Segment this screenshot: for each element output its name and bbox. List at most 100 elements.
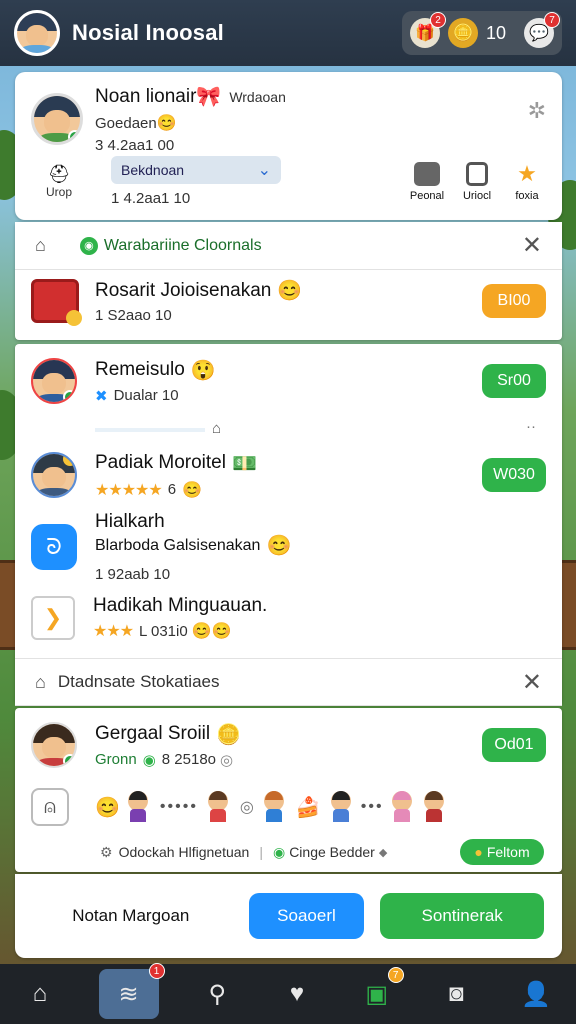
action-button[interactable]: Sr00 [482, 364, 546, 398]
friend-avatar[interactable] [260, 791, 288, 823]
topbar-actions: 🎁 2 🪙 10 💬 7 [401, 11, 562, 55]
search-icon[interactable]: ⚲ [196, 973, 238, 1015]
cards-icon[interactable]: ≋ 1 [98, 963, 165, 1019]
wifi-icon: ◉ [79, 236, 98, 255]
action-button[interactable]: Od01 [482, 728, 546, 762]
diamond-icon: ◆ [378, 846, 388, 859]
friend-avatar[interactable] [204, 791, 232, 823]
smile-icon: 😊 [156, 115, 177, 132]
home-icon: ⌂ [35, 671, 46, 692]
follow-button[interactable]: ● Feltom [460, 839, 544, 865]
app-title: Nosial Inoosal [72, 20, 224, 45]
player-avatar[interactable] [31, 722, 77, 768]
profile-card: Noan lionair 🎀 Wrdaoan Goedaen 😊 3 4.2aa… [15, 72, 562, 220]
item-title: Gergaal Sroiil [95, 723, 211, 744]
building-icon: ⌂ [212, 420, 222, 437]
group-label: Urop [45, 185, 72, 199]
action-label: foxia [515, 189, 539, 202]
player-avatar[interactable] [31, 452, 77, 498]
settings-icon[interactable]: ✲ [528, 98, 546, 124]
claim-button[interactable]: BI00 [482, 284, 546, 318]
follow-label: Feltom [486, 844, 530, 860]
user-icon[interactable]: ⍝ [31, 788, 69, 826]
cinge-icon: ◉ [272, 843, 286, 860]
link-left[interactable]: Odockah Hlfignetuan [119, 844, 250, 860]
action-button[interactable]: W030 [482, 458, 546, 492]
top-bar: Nosial Inoosal 🎁 2 🪙 10 💬 7 [0, 0, 576, 66]
close-icon[interactable]: ✕ [522, 668, 542, 697]
action-peonal[interactable]: Peonal [408, 161, 446, 202]
heart-check-icon[interactable]: ♥ [276, 973, 318, 1015]
user-avatar[interactable] [14, 10, 60, 56]
info-icon: ◎ [220, 751, 234, 769]
profile-avatar[interactable] [31, 93, 83, 145]
item-title: Remeisulo [95, 359, 185, 380]
list-item: Rosarit Joioisenakan 😊 1 S2aao 10 BI00 [15, 270, 562, 332]
smile-icon: 😊😊 [191, 623, 232, 640]
footer-bar: Notan Margoan Soaoerl Sontinerak [15, 874, 562, 958]
smile-icon: 😊 [277, 280, 303, 302]
section-header-3: ⌂ Dtadnsate Stokatiaes ✕ [15, 658, 562, 706]
app-icon[interactable]: ᘐ [31, 524, 77, 570]
item-sub: Blarboda Galsisenakan [95, 536, 261, 554]
friend-avatar[interactable] [124, 791, 152, 823]
action-label: Peonal [409, 189, 445, 202]
link-right[interactable]: Cinge Bedder [289, 844, 375, 860]
item-sub: 6 [167, 481, 177, 498]
item-title: Padiak Moroitel [95, 452, 226, 473]
home-icon[interactable]: ⌂ [19, 973, 61, 1015]
notification-badge: 2 [429, 12, 446, 28]
profile-icon[interactable]: 👤 [515, 973, 557, 1015]
smile-icon: 😊 [95, 796, 120, 819]
gift-icon[interactable]: 🎁 2 [409, 12, 446, 48]
continue-button[interactable]: Sontinerak [380, 893, 544, 939]
item-sub-2: 1 92aab 10 [95, 566, 171, 583]
chevron-down-icon: ⌄ [257, 162, 271, 179]
smile-icon: ● [474, 844, 483, 860]
action-label: Uriocl [462, 189, 492, 202]
item-title: Hialkarh [95, 511, 165, 532]
links-row: ⚙ Odockah Hlfignetuan | ◉ Cinge Bedder ◆… [100, 838, 544, 866]
select-value: Bekdnoan [121, 162, 185, 178]
ribbon-icon: 🎀 [196, 86, 222, 108]
category-select[interactable]: Bekdnoan ⌄ [111, 156, 281, 184]
list-item: Padiak Moroitel 💵 ★★★★★ 6 😊 W030 [15, 444, 562, 506]
nav-badge: 1 [148, 963, 165, 979]
group-button[interactable]: ⛑ Urop [31, 164, 87, 199]
friend-avatar[interactable] [327, 791, 355, 823]
friend-avatar[interactable] [420, 791, 448, 823]
surprised-icon: 😲 [190, 359, 216, 382]
treasure-chest-icon [31, 279, 82, 326]
coins-stack-icon: 🪙 [216, 723, 242, 746]
close-icon[interactable]: ✕ [522, 231, 542, 260]
online-indicator [68, 130, 80, 142]
item-title: Hadikah Minguauan. [93, 595, 268, 616]
replay-icon[interactable]: ◎ [240, 797, 254, 817]
rating-stars: ★★★★★ [95, 481, 163, 499]
coin-icon: 🪙 [447, 18, 478, 48]
divider [95, 428, 205, 432]
nav-badge: 7 [387, 967, 404, 983]
chat-icon[interactable]: 💬 7 [524, 12, 560, 48]
profile-status: Goedaen [95, 114, 157, 132]
action-foxia[interactable]: ★ foxia [508, 160, 546, 202]
item-title: Rosarit Joioisenakan [95, 279, 272, 301]
camera-icon[interactable]: ◙ [435, 973, 477, 1015]
money-icon: 💵 [231, 452, 257, 475]
online-indicator [63, 390, 75, 402]
friend-avatar[interactable] [388, 791, 416, 823]
tablet-icon [466, 161, 488, 186]
section-title: Dtadnsate Stokatiaes [57, 672, 220, 691]
ellipsis: ••••• [159, 798, 198, 815]
more-icon[interactable]: ·· [526, 418, 536, 435]
pin-icon: ✖ [95, 387, 108, 405]
profile-score: 3 4.2aa1 00 [95, 137, 175, 154]
player-avatar[interactable] [31, 358, 77, 404]
rating-stars: ★★★ [93, 623, 134, 640]
text-button[interactable]: Notan Margoan [33, 893, 229, 939]
star-icon: ★ [517, 160, 537, 186]
action-uriocl[interactable]: Uriocl [458, 161, 496, 202]
wallet-icon[interactable]: ▣ 7 [356, 967, 404, 1015]
item-sub: 8 2518o [161, 751, 217, 768]
primary-button[interactable]: Soaoerl [248, 893, 365, 939]
